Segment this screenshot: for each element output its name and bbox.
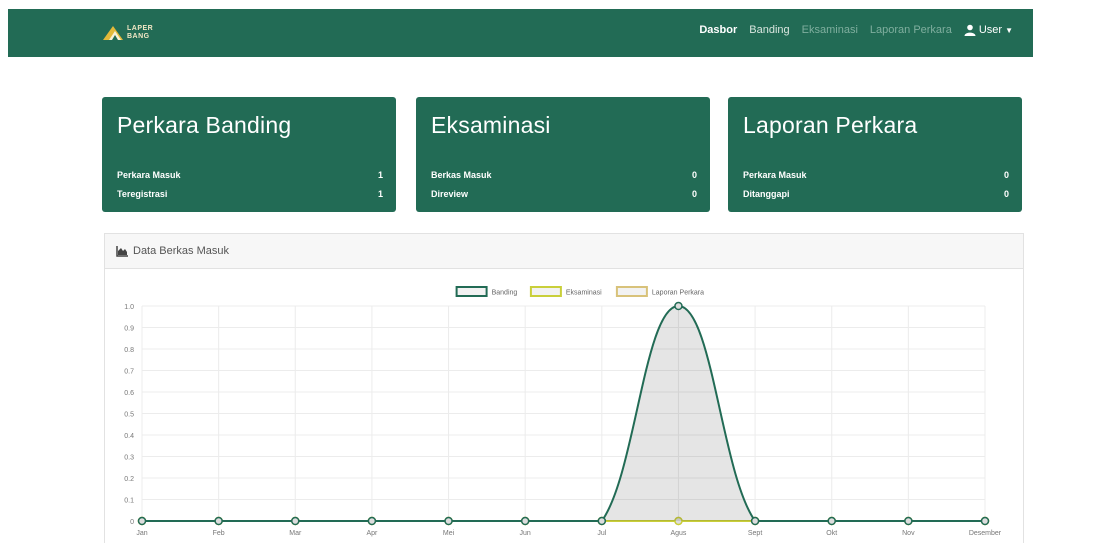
card-row: Berkas Masuk 0 (431, 170, 697, 180)
x-tick-label: Jun (520, 530, 531, 537)
y-tick-label: 0.7 (124, 369, 134, 376)
user-icon (964, 24, 976, 36)
panel-title: Data Berkas Masuk (133, 245, 229, 257)
y-tick-label: 1.0 (124, 304, 134, 311)
card-row-label: Perkara Masuk (743, 170, 807, 180)
data-point (674, 301, 683, 311)
x-tick-label: Feb (213, 530, 225, 537)
card-eksaminasi[interactable]: Eksaminasi Berkas Masuk 0 Direview 0 (416, 97, 710, 212)
x-tick-label: Apr (366, 530, 378, 537)
brand-logo-text-line1: LAPER (127, 25, 154, 32)
user-label: User (978, 24, 1003, 36)
nav-dasbor[interactable]: Dasbor (699, 24, 737, 36)
card-row-label: Ditanggapi (743, 189, 790, 199)
card-perkara-banding[interactable]: Perkara Banding Perkara Masuk 1 Teregist… (102, 97, 396, 212)
x-tick-label: Agus (670, 530, 686, 537)
legend-label: Eksaminasi (566, 290, 602, 297)
nav-banding[interactable]: Banding (749, 24, 789, 36)
card-row-label: Perkara Masuk (117, 170, 181, 180)
area-chart-icon (116, 246, 128, 257)
card-row: Perkara Masuk 1 (117, 170, 383, 180)
legend-swatch (529, 286, 562, 297)
card-row-value: 0 (691, 170, 697, 180)
data-berkas-masuk-panel: Data Berkas Masuk 0 0.1 0.2 0.3 0.4 0.5 0.6 0.7… (104, 233, 1024, 543)
card-row-value: 0 (1003, 189, 1009, 199)
top-navbar: LAPER BANG Dasbor Banding Eksaminasi Lap… (8, 9, 1033, 57)
x-tick-label: Desember (969, 530, 1002, 537)
data-point (980, 516, 990, 526)
x-tick-label: Nov (902, 530, 915, 537)
caret-down-icon: ▼ (1005, 25, 1013, 35)
brand-logo[interactable]: LAPER BANG (102, 22, 182, 46)
card-row-value: 0 (691, 189, 697, 199)
y-tick-label: 0.8 (124, 347, 134, 354)
y-tick-label: 0 (130, 519, 134, 526)
x-tick-label: Mei (443, 530, 455, 537)
data-point (904, 516, 913, 526)
card-laporan-perkara[interactable]: Laporan Perkara Perkara Masuk 0 Ditangga… (728, 97, 1022, 212)
data-point (444, 516, 453, 526)
legend-label: Laporan Perkara (652, 290, 704, 297)
y-tick-label: 0.9 (124, 326, 134, 333)
x-tick-label: Okt (826, 530, 837, 537)
y-tick-label: 0.6 (124, 390, 134, 397)
x-tick-label: Jan (136, 530, 147, 537)
x-tick-label: Sept (748, 530, 762, 537)
nav-links: Dasbor Banding Eksaminasi Laporan Perkar… (699, 24, 1013, 36)
data-point (827, 516, 836, 526)
card-row: Teregistrasi 1 (117, 189, 383, 199)
mountain-logo-icon (103, 26, 123, 40)
data-point (367, 516, 377, 526)
card-row-label: Direview (431, 189, 469, 199)
data-point (597, 516, 607, 526)
brand-logo-text-line2: BANG (127, 33, 150, 40)
card-row: Direview 0 (431, 189, 697, 199)
card-row: Ditanggapi 0 (743, 189, 1009, 199)
data-point (520, 516, 530, 526)
data-point (750, 516, 760, 526)
card-row: Perkara Masuk 0 (743, 170, 1009, 180)
card-row-label: Berkas Masuk (431, 170, 492, 180)
card-row-value: 0 (1003, 170, 1009, 180)
y-tick-label: 0.5 (124, 412, 134, 419)
brand-logo-text: LAPER BANG (127, 25, 153, 41)
data-point (137, 516, 147, 526)
legend-swatch (615, 286, 648, 297)
data-point (214, 516, 223, 526)
y-tick-label: 0.1 (124, 498, 134, 505)
x-tick-label: Jul (597, 530, 606, 537)
card-row-value: 1 (377, 170, 383, 180)
user-menu-dropdown[interactable]: User ▼ (964, 24, 1013, 36)
y-tick-label: 0.4 (124, 433, 134, 440)
line-chart: 0 0.1 0.2 0.3 0.4 0.5 0.6 0.7 0.8 0.9 1.0 Jan Feb Mar… (124, 286, 1002, 537)
data-point (291, 516, 300, 526)
panel-header: Data Berkas Masuk (105, 234, 1023, 269)
legend-swatch (455, 286, 488, 297)
card-title: Eksaminasi (431, 112, 551, 138)
nav-laporan-perkara[interactable]: Laporan Perkara (870, 24, 952, 36)
y-tick-label: 0.2 (124, 476, 134, 483)
legend-label: Banding (492, 290, 518, 297)
card-title: Laporan Perkara (743, 112, 918, 138)
card-title: Perkara Banding (117, 112, 292, 138)
card-row-label: Teregistrasi (117, 189, 168, 199)
x-tick-label: Mar (289, 530, 302, 537)
y-tick-label: 0.3 (124, 455, 134, 462)
nav-eksaminasi[interactable]: Eksaminasi (802, 24, 858, 36)
card-row-value: 1 (377, 189, 383, 199)
